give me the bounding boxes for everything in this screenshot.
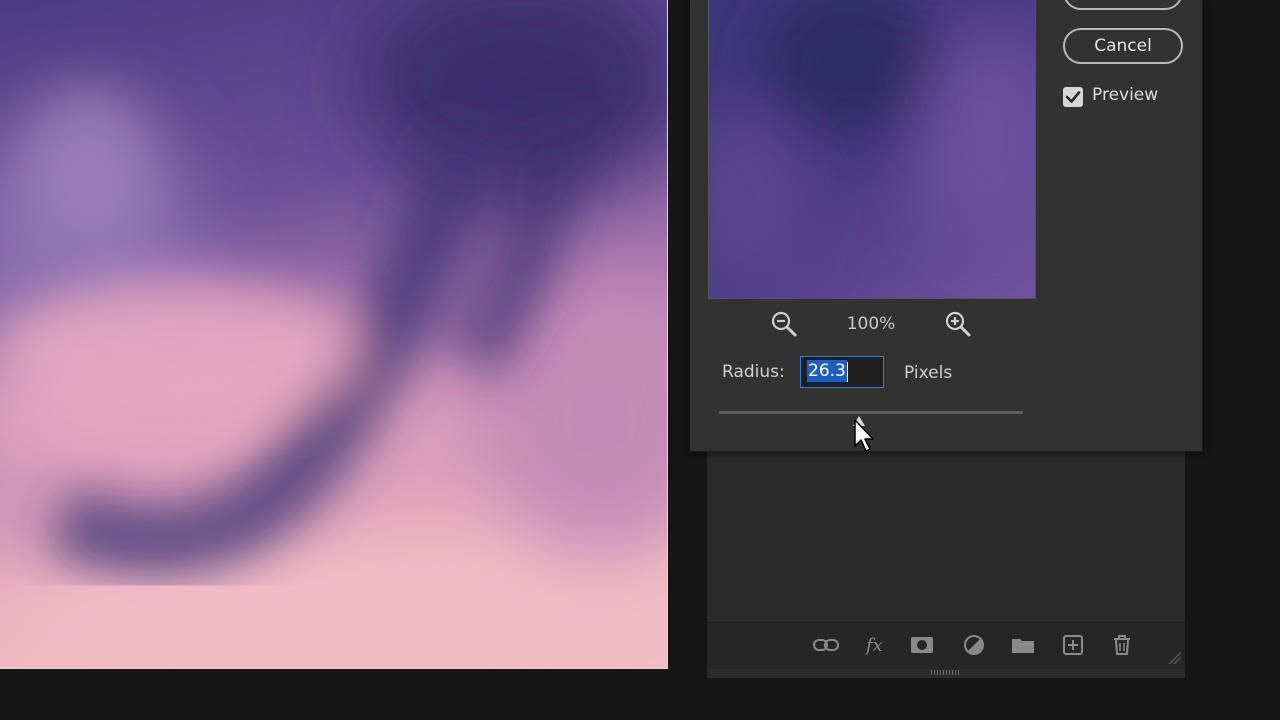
radius-label: Radius: [722,362,785,382]
zoom-in-button[interactable] [942,308,974,340]
zoom-out-icon [771,311,797,337]
preview-label: Preview [1092,85,1159,105]
radius-control: Radius: 26.3 Pixels [722,356,1022,392]
zoom-out-button[interactable] [768,308,800,340]
filter-dialog: 100% Radius: 26.3 Pixels Cancel Preview [690,0,1203,452]
new-layer-icon[interactable] [1060,633,1086,657]
radius-unit: Pixels [904,363,953,383]
preview-checkbox[interactable] [1063,87,1083,107]
checkmark-icon [1065,91,1081,103]
zoom-in-icon [945,311,971,337]
link-layers-icon[interactable] [813,633,839,657]
preview-toggle[interactable]: Preview [1063,84,1193,108]
layers-panel: fx [707,452,1185,678]
text-caret [846,361,848,382]
svg-text:fx: fx [864,635,883,656]
layers-footer-toolbar: fx [707,622,1185,669]
resize-grip-icon[interactable] [1167,650,1181,664]
preview-image [709,0,1035,298]
fx-icon[interactable]: fx [863,633,889,657]
radius-slider[interactable] [719,411,1023,426]
filter-preview[interactable] [708,0,1036,299]
trash-icon[interactable] [1109,633,1135,657]
zoom-controls: 100% [708,306,1034,342]
radius-slider-thumb[interactable] [852,416,865,426]
folder-icon[interactable] [1010,633,1036,657]
blurred-image [0,0,667,668]
layer-mask-icon[interactable] [909,633,935,657]
ok-button[interactable] [1063,0,1183,10]
radius-value: 26.3 [807,360,847,382]
zoom-level: 100% [846,314,896,334]
document-canvas[interactable] [0,0,668,669]
cancel-button[interactable]: Cancel [1063,28,1183,64]
panel-drag-handle[interactable] [931,670,961,675]
radius-input[interactable]: 26.3 [800,356,884,388]
adjustment-layer-icon[interactable] [961,633,987,657]
